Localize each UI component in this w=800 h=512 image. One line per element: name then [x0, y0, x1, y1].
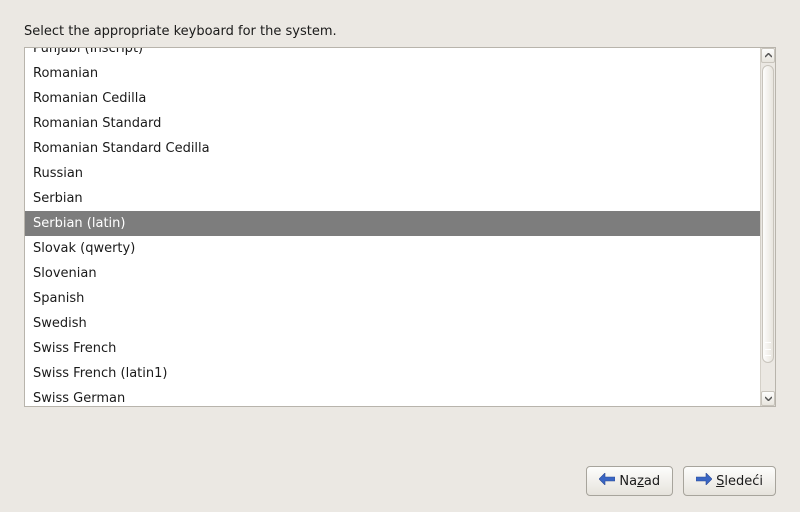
list-item[interactable]: Punjabi (Inscript): [25, 48, 760, 61]
list-item[interactable]: Swiss German: [25, 386, 760, 406]
scrollbar-thumb[interactable]: [762, 65, 774, 363]
scroll-up-button[interactable]: [761, 48, 775, 63]
keyboard-listbox[interactable]: Punjabi (Inscript)RomanianRomanian Cedil…: [25, 48, 760, 406]
back-button[interactable]: Nazad: [586, 466, 673, 496]
list-item[interactable]: Spanish: [25, 286, 760, 311]
list-item[interactable]: Slovak (qwerty): [25, 236, 760, 261]
list-item[interactable]: Romanian Standard: [25, 111, 760, 136]
arrow-right-icon: [696, 473, 712, 489]
arrow-left-icon: [599, 473, 615, 489]
chevron-down-icon: [765, 396, 772, 401]
next-button-label: Sledeći: [716, 474, 763, 489]
list-item[interactable]: Romanian Cedilla: [25, 86, 760, 111]
list-item[interactable]: Romanian Standard Cedilla: [25, 136, 760, 161]
list-item[interactable]: Russian: [25, 161, 760, 186]
chevron-up-icon: [765, 53, 772, 58]
back-button-label: Nazad: [619, 474, 660, 489]
list-item[interactable]: Swedish: [25, 311, 760, 336]
scrollbar-track[interactable]: [761, 63, 775, 391]
list-item[interactable]: Slovenian: [25, 261, 760, 286]
list-item[interactable]: Serbian: [25, 186, 760, 211]
list-item[interactable]: Swiss French: [25, 336, 760, 361]
next-button[interactable]: Sledeći: [683, 466, 776, 496]
list-item[interactable]: Serbian (latin): [25, 211, 760, 236]
list-item[interactable]: Swiss French (latin1): [25, 361, 760, 386]
keyboard-listbox-frame: Punjabi (Inscript)RomanianRomanian Cedil…: [24, 47, 776, 407]
button-bar: Nazad Sledeći: [586, 466, 776, 496]
scrollbar[interactable]: [760, 48, 775, 406]
list-item[interactable]: Romanian: [25, 61, 760, 86]
prompt-text: Select the appropriate keyboard for the …: [24, 24, 776, 39]
scroll-down-button[interactable]: [761, 391, 775, 406]
